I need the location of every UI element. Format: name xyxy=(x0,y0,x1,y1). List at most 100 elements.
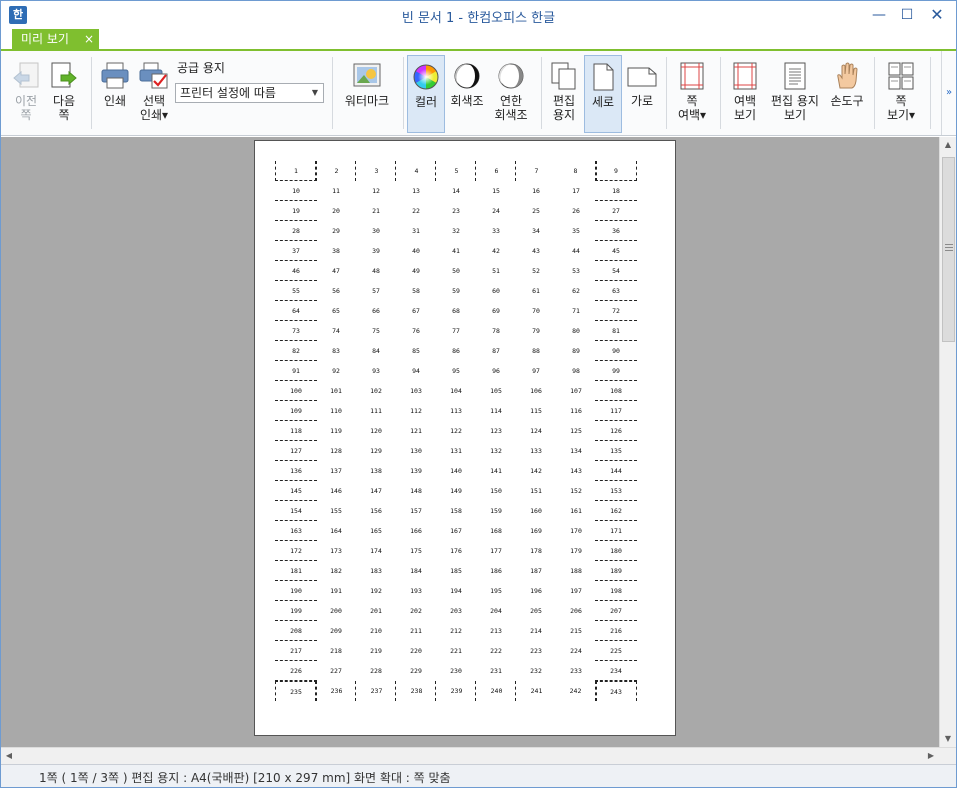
table-cell: 103 xyxy=(410,387,422,395)
page-margin-button[interactable]: 쪽 여백▾ xyxy=(671,55,713,133)
paper-source-dropdown[interactable]: 프린터 설정에 따름 ▼ xyxy=(175,83,324,103)
color-mode-button[interactable]: 컬러 xyxy=(407,55,445,133)
edit-paper-view-button[interactable]: 편집 용지 보기 xyxy=(766,55,824,133)
select-print-button[interactable]: 선택 인쇄▾ xyxy=(135,55,173,133)
table-cell: 6 xyxy=(475,161,517,181)
table-cell: 109 xyxy=(275,401,317,421)
vertical-scrollbar[interactable]: ▲ ▼ xyxy=(939,137,956,747)
table-cell: 170 xyxy=(570,527,582,535)
table-cell: 108 xyxy=(595,381,637,401)
table-row: 118 119 120 121 122 123 124 125 126 xyxy=(275,421,660,441)
table-cell: 119 xyxy=(330,427,342,435)
table-cell: 3 xyxy=(355,161,397,181)
next-page-button[interactable]: 다음 쪽 xyxy=(45,55,83,133)
table-row: 73 74 75 76 77 78 79 80 81 xyxy=(275,321,660,341)
table-cell: 187 xyxy=(530,567,542,575)
table-row: 37 38 39 40 41 42 43 44 45 xyxy=(275,241,660,261)
tab-print-preview[interactable]: 미리 보기 × xyxy=(12,29,99,49)
table-cell: 36 xyxy=(595,221,637,241)
table-cell: 72 xyxy=(595,301,637,321)
table-cell: 102 xyxy=(370,387,382,395)
page-view-label-1: 쪽 xyxy=(895,94,907,108)
hand-tool-button[interactable]: 손도구 xyxy=(827,55,867,133)
table-cell: 186 xyxy=(490,567,502,575)
table-cell: 106 xyxy=(530,387,542,395)
table-cell: 84 xyxy=(372,347,380,355)
table-cell: 129 xyxy=(370,447,382,455)
table-cell: 130 xyxy=(410,447,422,455)
table-cell: 118 xyxy=(275,421,317,441)
window-title: 빈 문서 1 - 한컴오피스 한글 xyxy=(401,11,556,26)
landscape-button[interactable]: 가로 xyxy=(624,55,660,133)
maximize-button[interactable]: ☐ xyxy=(893,4,921,26)
table-cell: 74 xyxy=(332,327,340,335)
table-row: 235 236 237 238 239 240 241 242 243 xyxy=(275,681,660,701)
preview-page: 1 2 3 4 5 6 7 8 9 10 11 12 13 14 15 16 17 18 19 20 21 22 2 3 2 4 2… xyxy=(254,140,676,736)
table-cell: 222 xyxy=(490,647,502,655)
table-cell: 21 xyxy=(372,207,380,215)
table-cell: 19 xyxy=(275,201,317,221)
scroll-right-arrow-icon[interactable]: ▶ xyxy=(923,748,939,764)
table-cell: 164 xyxy=(330,527,342,535)
table-cell: 32 xyxy=(452,227,460,235)
table-cell: 192 xyxy=(370,587,382,595)
table-cell: 136 xyxy=(275,461,317,481)
table-cell: 198 xyxy=(595,581,637,601)
margin-view-button[interactable]: 여백 보기 xyxy=(725,55,765,133)
portrait-button[interactable]: 세로 xyxy=(584,55,622,133)
table-row: 10 11 12 13 14 15 16 17 18 xyxy=(275,181,660,201)
table-cell: 20 xyxy=(332,207,340,215)
scroll-left-arrow-icon[interactable]: ◀ xyxy=(1,748,17,764)
table-cell: 33 xyxy=(492,227,500,235)
horizontal-scrollbar[interactable]: ◀ ▶ xyxy=(1,747,956,764)
light-grayscale-mode-button[interactable]: 연한 회색조 xyxy=(489,55,533,133)
table-cell: 120 xyxy=(370,427,382,435)
table-cell: 115 xyxy=(530,407,542,415)
table-cell: 196 xyxy=(530,587,542,595)
table-cell: 47 xyxy=(332,267,340,275)
table-cell: 208 xyxy=(275,621,317,641)
table-cell: 82 xyxy=(275,341,317,361)
table-cell: 75 xyxy=(372,327,380,335)
table-row: 172 173 174 175 176 177 178 179 180 xyxy=(275,541,660,561)
prev-page-button[interactable]: 이전 쪽 xyxy=(7,55,45,133)
table-cell: 232 xyxy=(530,667,542,675)
table-row: 127 128 129 130 131 132 133 134 135 xyxy=(275,441,660,461)
margin-view-label-1: 여백 xyxy=(733,94,757,108)
print-button[interactable]: 인쇄 xyxy=(97,55,133,133)
ribbon-expand-chevron-icon[interactable]: » xyxy=(941,51,956,135)
minimize-button[interactable]: — xyxy=(865,4,893,26)
watermark-button[interactable]: 워터마크 xyxy=(339,55,395,133)
table-cell: 88 xyxy=(532,347,540,355)
table-cell: 114 xyxy=(490,407,502,415)
edit-paper-button[interactable]: 편집 용지 xyxy=(545,55,583,133)
preview-workspace[interactable]: 1 2 3 4 5 6 7 8 9 10 11 12 13 14 15 16 17 18 19 20 21 22 2 3 2 4 2… xyxy=(1,137,939,747)
grayscale-mode-button[interactable]: 회색조 xyxy=(447,55,487,133)
table-cell: 240 xyxy=(475,681,517,701)
table-cell: 58 xyxy=(412,287,420,295)
table-cell: 69 xyxy=(492,307,500,315)
scroll-down-arrow-icon[interactable]: ▼ xyxy=(940,731,956,747)
landscape-page-icon xyxy=(627,61,657,91)
table-cell: 42 xyxy=(492,247,500,255)
table-row: 123456789 xyxy=(275,161,660,181)
scroll-up-arrow-icon[interactable]: ▲ xyxy=(940,137,956,153)
table-cell: 41 xyxy=(452,247,460,255)
ribbon-separator xyxy=(720,57,721,129)
table-cell: 181 xyxy=(275,561,317,581)
close-window-button[interactable]: ✕ xyxy=(923,4,951,26)
table-cell: 63 xyxy=(595,281,637,301)
printer-check-icon xyxy=(139,61,169,91)
table-cell: 220 xyxy=(410,647,422,655)
table-cell: 89 xyxy=(572,347,580,355)
close-tab-icon[interactable]: × xyxy=(84,29,94,49)
vertical-scroll-thumb[interactable] xyxy=(942,157,955,342)
table-row: 82 83 84 85 86 87 88 89 90 xyxy=(275,341,660,361)
table-cell: 93 xyxy=(372,367,380,375)
table-cell: 44 xyxy=(572,247,580,255)
table-cell: 227 xyxy=(330,667,342,675)
arrow-right-icon xyxy=(49,61,79,91)
grayscale-label: 회색조 xyxy=(450,94,484,108)
page-view-button[interactable]: 쪽 보기▾ xyxy=(880,55,922,133)
table-cell: 202 xyxy=(410,607,422,615)
